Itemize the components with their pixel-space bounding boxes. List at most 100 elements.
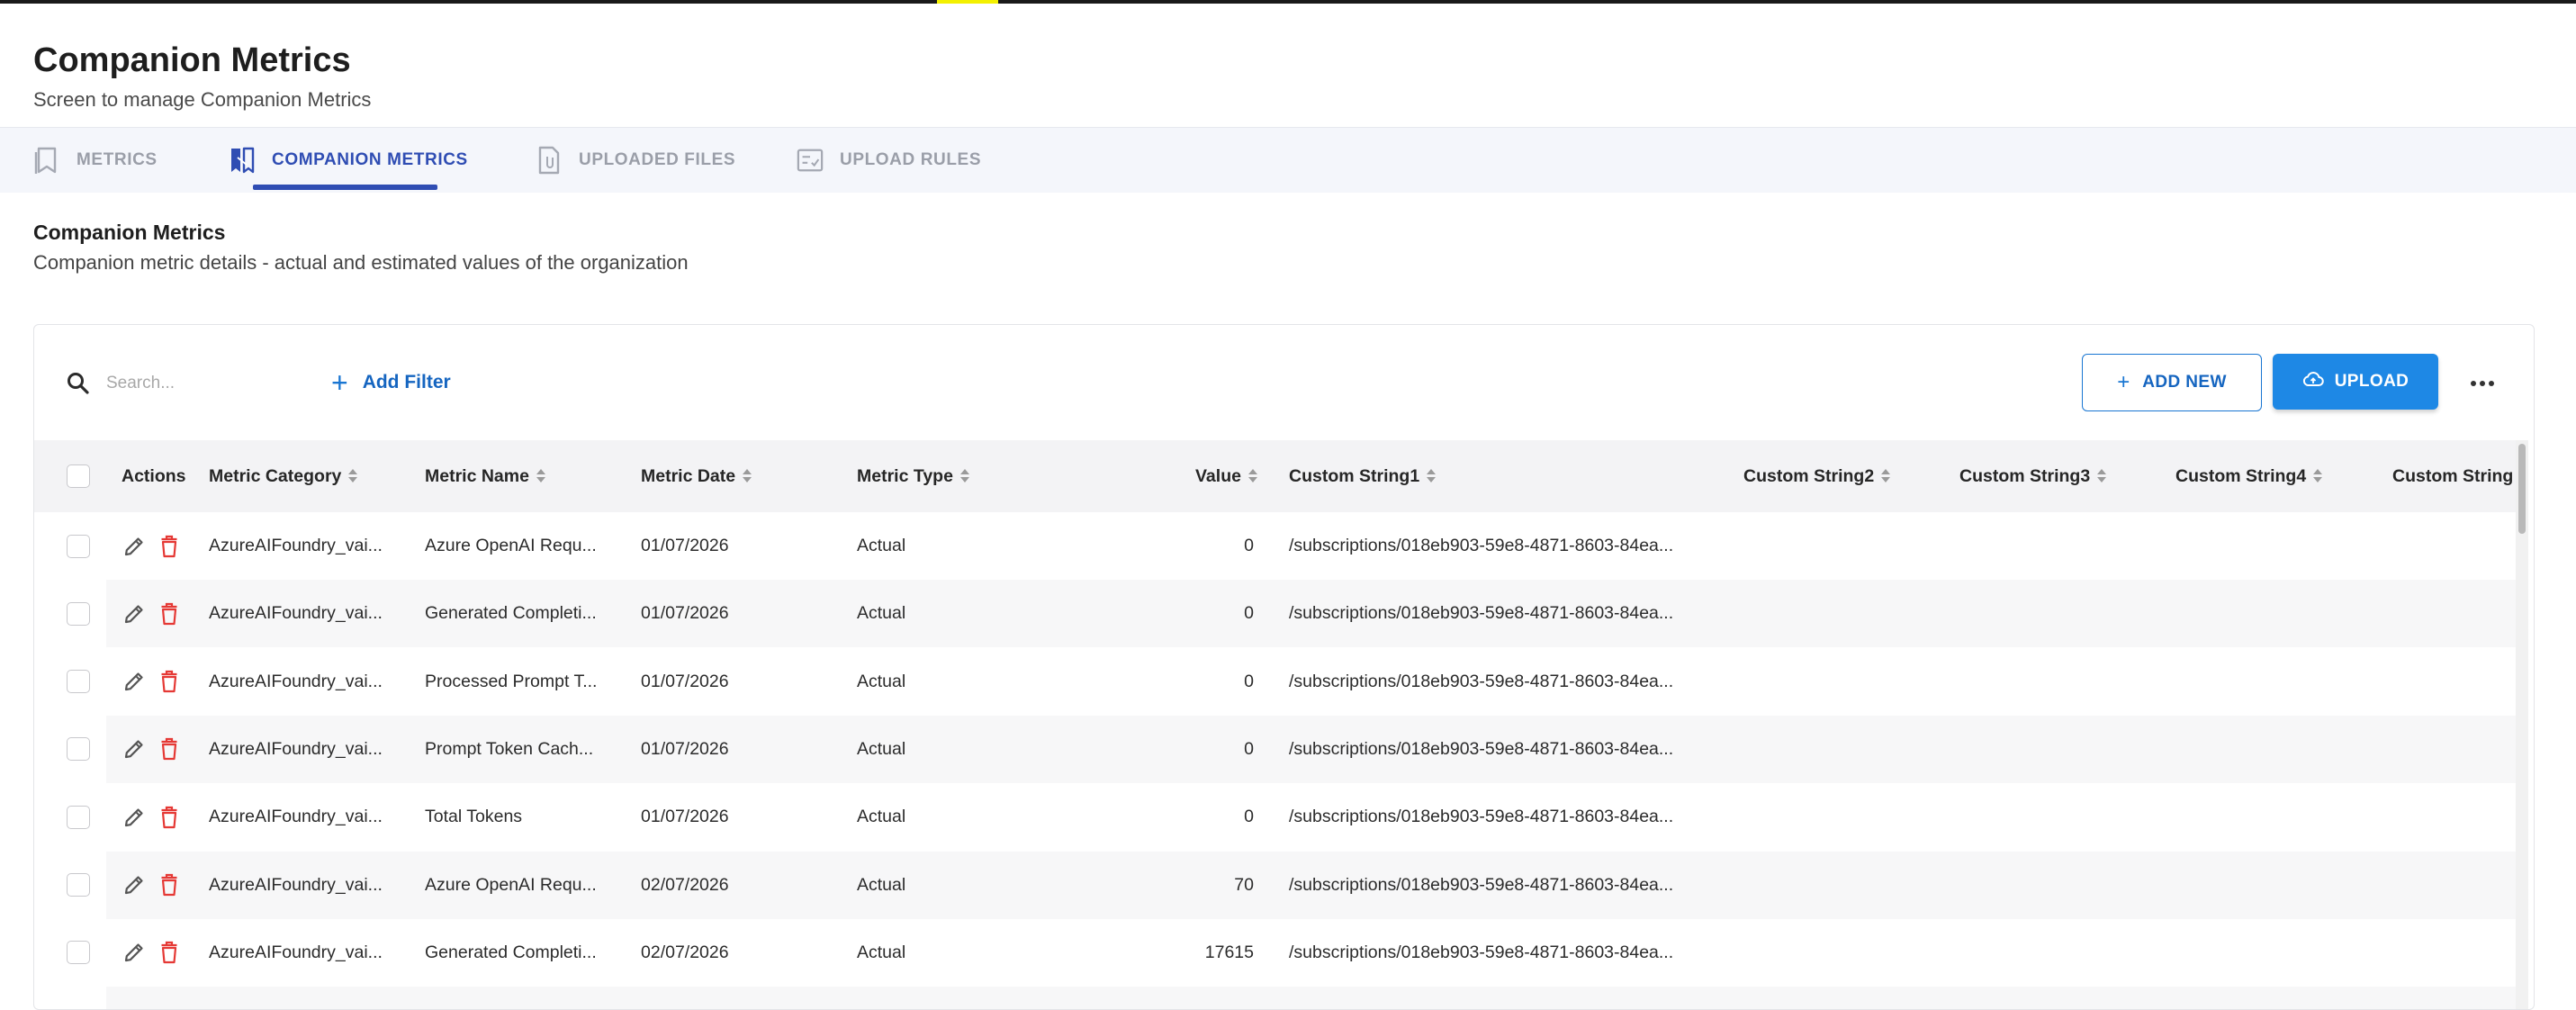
column-header-custom-string3[interactable]: Custom String3 xyxy=(1959,440,2107,512)
metric-name-cell: Azure OpenAI Requ... xyxy=(425,874,597,895)
actions-cell xyxy=(122,512,178,580)
metric-date-cell: 02/07/2026 xyxy=(641,874,729,895)
actions-cell xyxy=(122,716,178,783)
add-filter-button[interactable]: + Add Filter xyxy=(331,366,451,399)
delete-icon[interactable] xyxy=(160,535,178,558)
delete-icon[interactable] xyxy=(160,670,178,693)
section-title: Companion Metrics xyxy=(33,221,226,244)
add-new-button[interactable]: + ADD NEW xyxy=(2082,354,2262,411)
sort-icon xyxy=(2313,469,2323,483)
tab-metrics[interactable]: METRICS xyxy=(33,128,158,193)
column-label: Metric Date xyxy=(641,465,736,486)
delete-icon[interactable] xyxy=(160,806,178,829)
delete-icon[interactable] xyxy=(160,737,178,761)
edit-icon[interactable] xyxy=(122,941,146,964)
metric-date-cell: 01/07/2026 xyxy=(641,603,729,624)
tab-upload-rules[interactable]: UPLOAD RULES xyxy=(797,128,981,193)
upload-button[interactable]: UPLOAD xyxy=(2273,354,2438,410)
column-header-metric-type[interactable]: Metric Type xyxy=(857,440,969,512)
tab-label: UPLOAD RULES xyxy=(840,150,982,169)
delete-icon[interactable] xyxy=(160,941,178,964)
metric-date-cell: 01/07/2026 xyxy=(641,807,729,827)
table-header: Actions Metric Category Metric Name Metr… xyxy=(34,440,2518,512)
metric-date-cell: 01/07/2026 xyxy=(641,536,729,555)
search-icon xyxy=(65,370,92,397)
table-row: AzureAIFoundry_vai... Generated Completi.… xyxy=(34,919,2518,987)
value-cell: 0 xyxy=(1244,738,1254,759)
section-description: Companion metric details - actual and es… xyxy=(33,251,689,274)
metric-category-cell: AzureAIFoundry_vai... xyxy=(209,536,383,555)
column-header-actions: Actions xyxy=(122,465,186,486)
tab-uploaded-files[interactable]: UPLOADED FILES xyxy=(536,128,735,193)
metric-category-cell: AzureAIFoundry_vai... xyxy=(209,807,383,827)
custom-string1-cell: /subscriptions/018eb903-59e8-4871-8603-8… xyxy=(1289,603,1674,624)
column-header-custom-string4[interactable]: Custom String4 xyxy=(2175,440,2323,512)
top-bar xyxy=(0,0,2576,4)
edit-icon[interactable] xyxy=(122,806,146,829)
column-header-metric-category[interactable]: Metric Category xyxy=(209,440,358,512)
column-header-custom-string1[interactable]: Custom String1 xyxy=(1289,440,1437,512)
table-row: AzureAIFoundry_vai... Total Tokens 01/07/2… xyxy=(34,783,2518,851)
metric-name-cell: Total Tokens xyxy=(425,807,523,827)
plus-icon: + xyxy=(331,366,348,399)
column-header-metric-date[interactable]: Metric Date xyxy=(641,440,752,512)
edit-icon[interactable] xyxy=(122,670,146,693)
row-checkbox[interactable] xyxy=(67,805,90,829)
value-cell xyxy=(1114,987,1254,1009)
add-filter-label: Add Filter xyxy=(362,372,451,392)
row-select-cell xyxy=(67,987,90,1009)
more-options-icon[interactable] xyxy=(2464,370,2500,397)
page-title: Companion Metrics xyxy=(33,41,351,79)
actions-cell xyxy=(122,852,178,919)
column-label: Value xyxy=(1195,465,1241,486)
value-cell: 70 xyxy=(1234,874,1254,895)
row-checkbox[interactable] xyxy=(67,941,90,965)
row-select-cell xyxy=(67,852,90,919)
row-checkbox[interactable] xyxy=(67,601,90,626)
metric-type-cell: Actual xyxy=(857,807,906,827)
column-header-custom-string2[interactable]: Custom String2 xyxy=(1743,440,1891,512)
bookmark-icon xyxy=(33,145,60,176)
column-header-metric-name[interactable]: Metric Name xyxy=(425,440,545,512)
custom-string1-cell: /subscriptions/018eb903-59e8-4871-8603-8… xyxy=(1289,671,1674,691)
row-select-cell xyxy=(67,716,90,783)
value-cell: 17615 xyxy=(1204,942,1254,962)
row-checkbox[interactable] xyxy=(67,873,90,897)
active-tab-indicator xyxy=(253,185,437,190)
row-checkbox[interactable] xyxy=(67,534,90,558)
tab-companion-metrics[interactable]: COMPANION METRICS xyxy=(229,128,468,193)
value-cell: 0 xyxy=(1244,671,1254,691)
metric-type-cell: Actual xyxy=(857,671,906,691)
tab-label: METRICS xyxy=(77,150,158,169)
table-row: AzureAIFoundry_vai... Prompt Token Cach..… xyxy=(34,715,2518,783)
column-header-custom-string5[interactable]: Custom String xyxy=(2392,440,2513,512)
edit-icon[interactable] xyxy=(122,535,146,558)
delete-icon[interactable] xyxy=(160,873,178,897)
search-input[interactable] xyxy=(104,366,324,401)
metric-type-cell: Actual xyxy=(857,536,906,555)
row-checkbox[interactable] xyxy=(67,737,90,762)
metric-date-cell: 02/07/2026 xyxy=(641,942,729,962)
actions-cell xyxy=(122,580,178,647)
table-row: AzureAIFoundry_vai... Processed Prompt T.… xyxy=(34,648,2518,716)
row-select-cell xyxy=(67,783,90,851)
delete-icon[interactable] xyxy=(160,602,178,626)
column-label: Metric Type xyxy=(857,465,953,486)
scroll-thumb[interactable] xyxy=(2518,444,2526,534)
select-all-checkbox[interactable] xyxy=(67,464,90,488)
file-icon xyxy=(536,145,563,176)
column-label: Custom String3 xyxy=(1959,465,2091,486)
vertical-scrollbar[interactable] xyxy=(2516,440,2528,1009)
column-label: Metric Category xyxy=(209,465,342,486)
metric-name-cell: Prompt Token Cach... xyxy=(425,738,594,759)
edit-icon[interactable] xyxy=(122,602,146,626)
column-header-value[interactable]: Value xyxy=(1195,440,1257,512)
rules-icon xyxy=(797,145,824,176)
custom-string1-cell: /subscriptions/018eb903-59e8-4871-8603-8… xyxy=(1289,738,1674,759)
sort-icon xyxy=(959,469,969,483)
value-cell: 0 xyxy=(1244,536,1254,555)
metric-type-cell: Actual xyxy=(857,942,906,962)
row-checkbox[interactable] xyxy=(67,670,90,694)
edit-icon[interactable] xyxy=(122,737,146,761)
edit-icon[interactable] xyxy=(122,873,146,897)
